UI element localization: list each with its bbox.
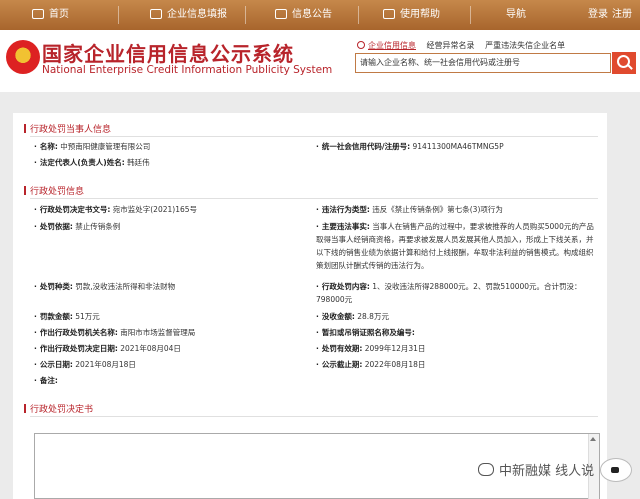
- nav-report[interactable]: 企业信息填报: [150, 0, 227, 30]
- authority-field: 作出行政处罚机关名称: 南阳市市场监督管理局: [34, 326, 304, 339]
- publish-end-field: 公示截止期: 2022年08月18日: [316, 358, 600, 371]
- decision-date-field: 作出行政处罚决定日期: 2021年08月04日: [34, 342, 304, 355]
- confiscation-label: 没收金额:: [316, 312, 355, 321]
- nav-separator: [358, 6, 359, 24]
- search-button[interactable]: [612, 52, 636, 74]
- nav-separator: [245, 6, 246, 24]
- national-emblem-icon: ★: [6, 40, 40, 74]
- kind-field: 处罚种类: 罚款,没收违法所得和非法财物: [34, 280, 304, 293]
- credit-code-field: 统一社会信用代码/注册号: 91411300MA46TMNG5P: [316, 140, 600, 153]
- license-label: 暂扣或吊销证照名称及编号:: [316, 328, 415, 337]
- valid-until-value: 2099年12月31日: [364, 344, 426, 353]
- nav-home[interactable]: 首页: [32, 0, 69, 30]
- party-name-field: 名称: 中预南阳健康管理有限公司: [34, 140, 304, 153]
- party-name-label: 名称:: [34, 142, 58, 151]
- kind-value: 罚款,没收违法所得和非法财物: [75, 282, 176, 291]
- violation-type-label: 违法行为类型:: [316, 205, 370, 214]
- legal-rep-field: 法定代表人(负责人)姓名: 韩廷伟: [34, 156, 304, 169]
- publish-end-label: 公示截止期:: [316, 360, 362, 369]
- chat-bubble-icon: [600, 458, 632, 482]
- remarks-label: 备注:: [34, 376, 58, 385]
- valid-until-field: 处罚有效期: 2099年12月31日: [316, 342, 600, 355]
- valid-until-label: 处罚有效期:: [316, 344, 362, 353]
- decision-date-label: 作出行政处罚决定日期:: [34, 344, 118, 353]
- content-label: 行政处罚内容:: [316, 282, 370, 291]
- legal-rep-label: 法定代表人(负责人)姓名:: [34, 158, 125, 167]
- publish-end-value: 2022年08月18日: [364, 360, 426, 369]
- publish-date-label: 公示日期:: [34, 360, 73, 369]
- credit-code-value: 91411300MA46TMNG5P: [412, 142, 504, 151]
- violation-type-field: 违法行为类型: 违反《禁止传销条例》第七条(3)项行为: [316, 203, 600, 216]
- basis-field: 处罚依据: 禁止传销条例: [34, 220, 304, 233]
- doc-no-field: 行政处罚决定书文号: 宛市监处字(2021)165号: [34, 203, 304, 216]
- facts-label: 主要违法事实:: [316, 222, 370, 231]
- confiscation-field: 没收金额: 28.8万元: [316, 310, 600, 323]
- license-field: 暂扣或吊销证照名称及编号:: [316, 326, 600, 339]
- authority-value: 南阳市市场监督管理局: [120, 328, 196, 337]
- help-icon: [383, 9, 395, 19]
- home-icon: [32, 9, 44, 19]
- basis-value: 禁止传销条例: [75, 222, 121, 231]
- legal-rep-value: 韩廷伟: [127, 158, 150, 167]
- nav-guide[interactable]: 导航: [506, 0, 526, 30]
- nav-guide-label: 导航: [506, 9, 526, 20]
- nav-help[interactable]: 使用帮助: [383, 0, 440, 30]
- tab-abnormal-list[interactable]: 经营异常名录: [427, 40, 475, 51]
- divider: [30, 198, 598, 199]
- scroll-up-arrow-icon[interactable]: [590, 437, 596, 441]
- publish-date-value: 2021年08月18日: [75, 360, 136, 369]
- watermark: 中新融媒 线人说: [478, 460, 594, 479]
- violation-type-value: 违反《禁止传销条例》第七条(3)项行为: [372, 205, 503, 214]
- remarks-field: 备注:: [34, 374, 304, 387]
- edit-icon: [150, 9, 162, 19]
- search-icon-handle: [627, 64, 633, 70]
- divider: [30, 136, 598, 137]
- basis-label: 处罚依据:: [34, 222, 73, 231]
- nav-report-label: 企业信息填报: [167, 9, 227, 20]
- section-decision-title: 行政处罚决定书: [23, 402, 93, 415]
- register-label: 注册: [612, 9, 632, 20]
- content-field: 行政处罚内容: 1、没收违法所得288000元。2、罚款510000元。合计罚没…: [316, 280, 600, 306]
- section-penalty-title: 行政处罚信息: [23, 184, 84, 197]
- nav-announcement[interactable]: 信息公告: [275, 0, 332, 30]
- confiscation-value: 28.8万元: [357, 312, 389, 321]
- announcement-icon: [275, 9, 287, 19]
- party-name-value: 中预南阳健康管理有限公司: [60, 142, 151, 151]
- search-tabs: 企业信用信息 经营异常名录 严重违法失信企业名单: [357, 40, 573, 51]
- doc-no-value: 宛市监处字(2021)165号: [112, 205, 198, 214]
- fine-field: 罚款金额: 51万元: [34, 310, 304, 323]
- tab-label: 企业信用信息: [368, 41, 416, 50]
- kind-label: 处罚种类:: [34, 282, 73, 291]
- nav-home-label: 首页: [49, 9, 69, 20]
- login-label: 登录: [588, 9, 608, 20]
- register-link[interactable]: 注册: [612, 0, 632, 30]
- login-link[interactable]: 登录: [588, 0, 608, 30]
- fine-value: 51万元: [75, 312, 100, 321]
- doc-no-label: 行政处罚决定书文号:: [34, 205, 110, 214]
- nav-separator: [118, 6, 119, 24]
- search-input[interactable]: 请输入企业名称、统一社会信用代码或注册号: [355, 53, 611, 73]
- divider: [30, 416, 598, 417]
- tab-enterprise-credit[interactable]: 企业信用信息: [357, 40, 416, 51]
- fine-label: 罚款金额:: [34, 312, 73, 321]
- wechat-icon: [478, 463, 494, 476]
- nav-separator: [470, 6, 471, 24]
- watermark-text: 中新融媒 线人说: [499, 464, 595, 479]
- site-title-en: National Enterprise Credit Information P…: [42, 64, 333, 76]
- tab-serious-violation-list[interactable]: 严重违法失信企业名单: [485, 40, 565, 51]
- top-nav-bar: 首页 企业信息填报 信息公告 使用帮助 导航 登录 注册: [0, 0, 640, 30]
- section-party-title: 行政处罚当事人信息: [23, 122, 111, 135]
- nav-help-label: 使用帮助: [400, 9, 440, 20]
- credit-code-label: 统一社会信用代码/注册号:: [316, 142, 410, 151]
- authority-label: 作出行政处罚机关名称:: [34, 328, 118, 337]
- publish-date-field: 公示日期: 2021年08月18日: [34, 358, 304, 371]
- nav-announcement-label: 信息公告: [292, 9, 332, 20]
- facts-field: 主要违法事实: 当事人在销售产品的过程中，要求被推荐的人员购买5000元的产品取…: [316, 220, 600, 272]
- site-title: 国家企业信用信息公示系统: [42, 42, 294, 66]
- decision-date-value: 2021年08月04日: [120, 344, 181, 353]
- search-icon: [357, 41, 365, 49]
